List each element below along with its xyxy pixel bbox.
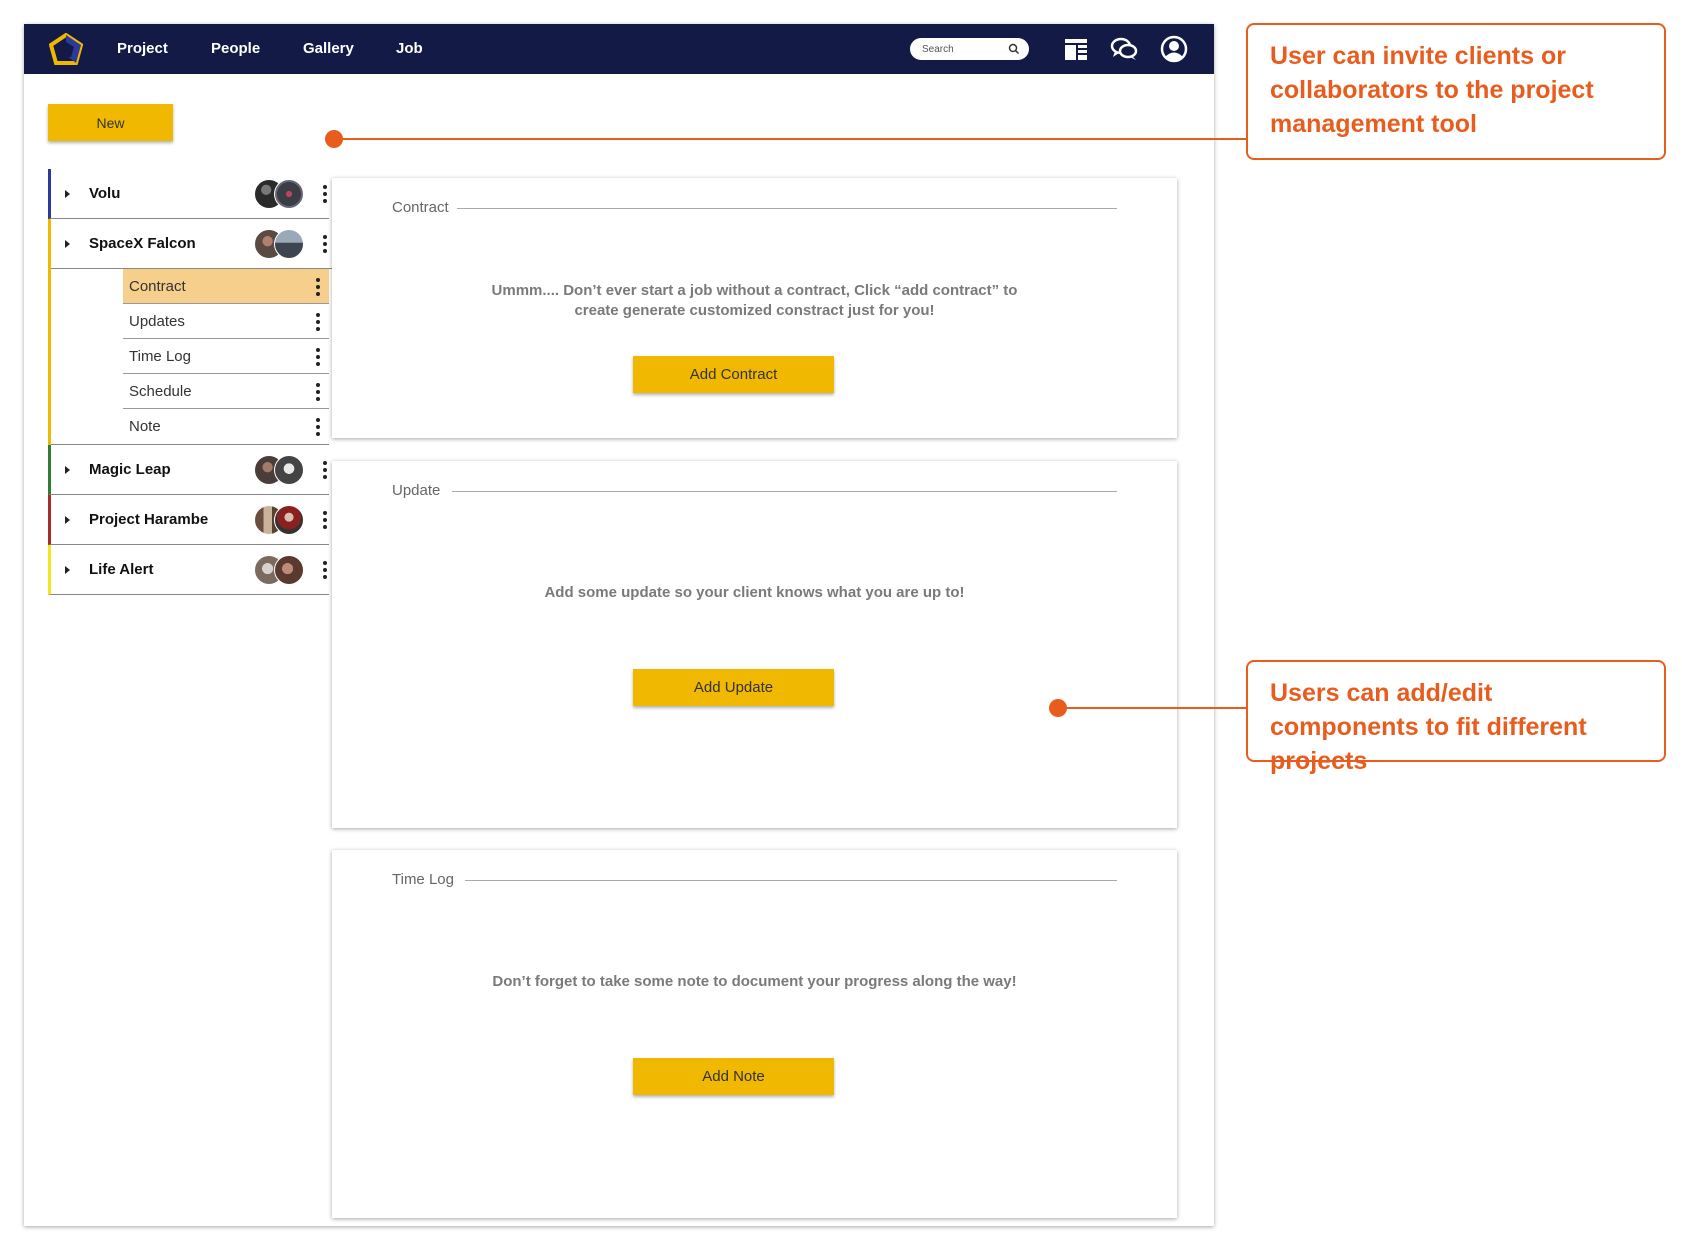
project-item-project-harambe[interactable]: Project Harambe	[48, 495, 329, 545]
new-button[interactable]: New	[48, 104, 173, 141]
avatar	[274, 505, 304, 535]
more-options-icon[interactable]	[322, 561, 328, 579]
sub-item-label: Contract	[129, 278, 186, 295]
avatar	[274, 229, 304, 259]
card-message: Add some update so your client knows wha…	[544, 584, 965, 601]
logo-icon[interactable]	[49, 33, 83, 65]
member-avatars[interactable]	[254, 229, 306, 259]
member-avatars[interactable]	[254, 555, 306, 585]
more-options-icon[interactable]	[322, 461, 328, 479]
card-message: Ummm.... Don’t ever start a job without …	[332, 281, 1177, 321]
more-options-icon[interactable]	[315, 313, 321, 331]
sub-item-note[interactable]: Note	[123, 409, 329, 443]
caret-right-icon[interactable]	[65, 516, 70, 524]
app-window: Project People Gallery Job Search New Vo…	[24, 24, 1214, 1226]
card-message: Don’t forget to take some note to docume…	[492, 973, 1017, 990]
sub-item-schedule[interactable]: Schedule	[123, 374, 329, 409]
nav-link-gallery[interactable]: Gallery	[303, 24, 354, 74]
annotation-connector	[1058, 707, 1246, 709]
avatar	[274, 179, 304, 209]
member-avatars[interactable]	[254, 455, 306, 485]
sub-item-updates[interactable]: Updates	[123, 304, 329, 339]
annotation-connector	[334, 138, 1246, 140]
card-title: Contract	[392, 198, 457, 218]
caret-right-icon[interactable]	[65, 240, 70, 248]
avatar	[274, 455, 304, 485]
more-options-icon[interactable]	[315, 383, 321, 401]
caret-right-icon[interactable]	[65, 566, 70, 574]
project-name: Volu	[89, 185, 121, 202]
annotation-invite-clients: User can invite clients or collaborators…	[1246, 23, 1666, 160]
annotation-marker	[325, 130, 343, 148]
sub-item-label: Note	[129, 418, 161, 435]
time-log-card: Time Log Don’t forget to take some note …	[332, 850, 1177, 1218]
add-note-button[interactable]: Add Note	[633, 1058, 834, 1095]
project-item-life-alert[interactable]: Life Alert	[48, 545, 329, 595]
update-card: Update Add some update so your client kn…	[332, 461, 1177, 828]
search-icon[interactable]	[1007, 42, 1021, 56]
search-box	[910, 38, 1029, 60]
divider	[452, 491, 1117, 492]
divider	[465, 880, 1117, 881]
sub-item-label: Time Log	[129, 348, 191, 365]
project-item-spacex-falcon[interactable]: SpaceX Falcon	[51, 219, 332, 269]
more-options-icon[interactable]	[315, 418, 321, 436]
nav-link-project[interactable]: Project	[117, 24, 168, 74]
contract-card: Contract Ummm.... Don’t ever start a job…	[332, 178, 1177, 438]
sub-item-label: Updates	[129, 313, 185, 330]
search-input[interactable]	[922, 41, 1008, 57]
project-item-magic-leap[interactable]: Magic Leap	[48, 445, 329, 495]
profile-icon[interactable]	[1160, 35, 1188, 63]
layout-icon[interactable]	[1062, 35, 1090, 63]
caret-right-icon[interactable]	[65, 466, 70, 474]
project-name: SpaceX Falcon	[89, 235, 196, 252]
nav-link-job[interactable]: Job	[396, 24, 423, 74]
nav-link-people[interactable]: People	[211, 24, 260, 74]
sub-item-contract[interactable]: Contract	[123, 269, 329, 304]
project-name: Project Harambe	[89, 511, 209, 528]
chat-icon[interactable]	[1110, 35, 1138, 63]
card-title: Update	[392, 481, 449, 501]
sub-item-label: Schedule	[129, 383, 192, 400]
project-sidebar: Volu SpaceX Falcon Contract Updates Time…	[48, 169, 332, 595]
project-sub-items: Contract Updates Time Log Schedule Note	[51, 269, 329, 444]
divider	[452, 208, 1117, 209]
project-item-volu[interactable]: Volu	[48, 169, 329, 219]
add-update-button[interactable]: Add Update	[633, 669, 834, 706]
card-title: Time Log	[392, 870, 462, 890]
top-navbar: Project People Gallery Job	[24, 24, 1214, 74]
project-name: Life Alert	[89, 561, 154, 578]
caret-right-icon[interactable]	[65, 190, 70, 198]
card-message-line: create generate customized constract jus…	[574, 302, 935, 319]
sub-item-time-log[interactable]: Time Log	[123, 339, 329, 374]
more-options-icon[interactable]	[322, 511, 328, 529]
avatar	[274, 555, 304, 585]
project-group-spacex-falcon: SpaceX Falcon Contract Updates Time Log	[48, 219, 332, 445]
project-name: Magic Leap	[89, 461, 171, 478]
annotation-marker	[1049, 699, 1067, 717]
member-avatars[interactable]	[254, 179, 306, 209]
more-options-icon[interactable]	[322, 235, 328, 253]
add-contract-button[interactable]: Add Contract	[633, 356, 834, 393]
more-options-icon[interactable]	[322, 185, 328, 203]
annotation-edit-components: Users can add/edit components to fit dif…	[1246, 660, 1666, 775]
more-options-icon[interactable]	[315, 278, 321, 296]
card-message-line: Ummm.... Don’t ever start a job without …	[491, 282, 1018, 299]
more-options-icon[interactable]	[315, 348, 321, 366]
member-avatars[interactable]	[254, 505, 306, 535]
